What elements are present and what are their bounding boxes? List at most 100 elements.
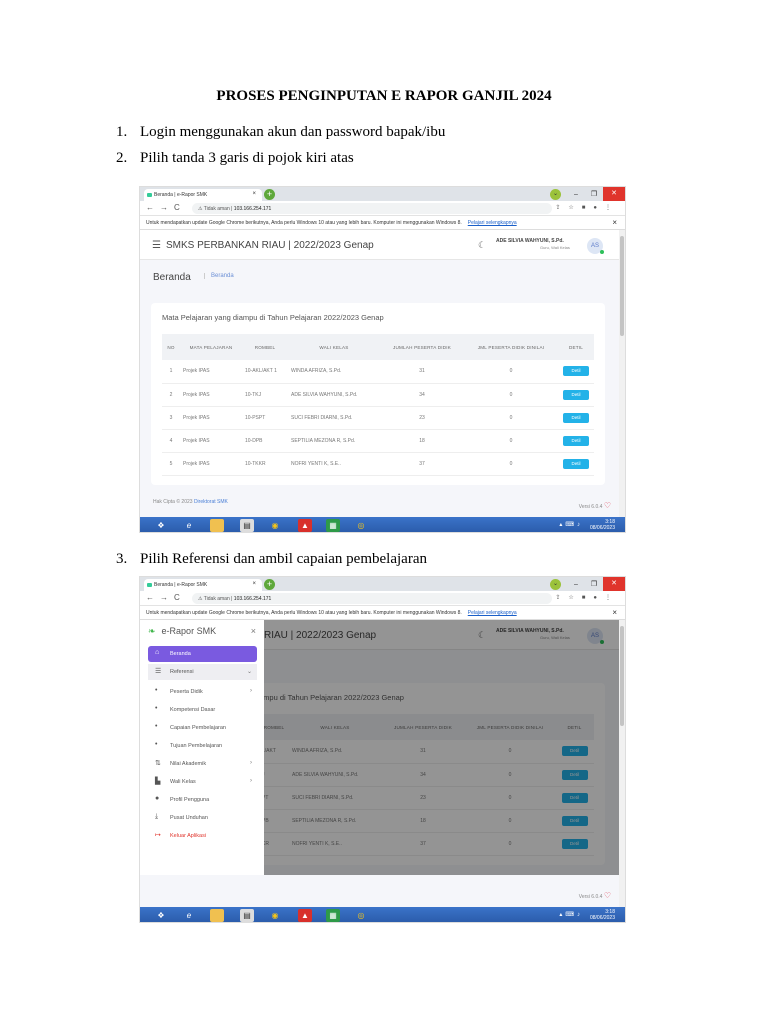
cell-mapel: Projek IPAS	[180, 406, 242, 430]
new-tab-button[interactable]: +	[264, 579, 275, 590]
chrome-icon[interactable]: ◉	[268, 909, 282, 922]
profile-dropdown-icon[interactable]: ⌄	[550, 188, 561, 200]
minimize-icon[interactable]: –	[567, 581, 585, 588]
table-row: 4 Projek IPAS 10-DPB SEPTILIA MEZONA R, S.P…	[162, 429, 594, 453]
close-sidebar-icon[interactable]: ×	[251, 626, 256, 636]
sidebar-item-pusat-unduhan[interactable]: ⤓ Pusat Unduhan	[148, 810, 257, 826]
avatar[interactable]: AS	[587, 238, 604, 254]
ie-icon[interactable]: e	[182, 909, 196, 922]
screenshot-beranda: Beranda | e-Rapor SMK × + ⌄ – ❐ ✕ ←→C ⚠ Tida…	[139, 186, 626, 533]
close-tab-icon[interactable]: ×	[252, 191, 256, 197]
detil-button[interactable]: Detil	[563, 366, 589, 377]
cell-dinilai: 0	[464, 406, 558, 430]
ie-icon[interactable]: e	[182, 519, 196, 532]
detil-button[interactable]: Detil	[563, 389, 589, 400]
version-text: Versi 6.0.4	[578, 504, 603, 510]
sidebar-item-nilai-akademik[interactable]: ⇅ Nilai Akademik ›	[148, 756, 257, 772]
excel-icon[interactable]: ▦	[326, 519, 340, 532]
chrome-search-icon[interactable]: ◎	[354, 519, 368, 532]
sidebar-item-profil-pengguna[interactable]: ● Profil Pengguna	[148, 792, 257, 808]
breadcrumb-item[interactable]: Beranda	[204, 273, 234, 279]
app-icon[interactable]: ▤	[240, 519, 254, 532]
sidebar-item-wali-kelas[interactable]: ▙ Wali Kelas ›	[148, 774, 257, 790]
close-window-icon[interactable]: ✕	[603, 187, 625, 201]
maximize-icon[interactable]: ❐	[585, 580, 603, 588]
sidebar-item-label: Wali Kelas	[170, 779, 196, 785]
maximize-icon[interactable]: ❐	[585, 190, 603, 198]
windows-taskbar: ❖ e ▤ ◉ ▲ ▦ ◎ ▴⌨♪ 3:18 08/06/2023	[140, 907, 625, 922]
browser-tab[interactable]: Beranda | e-Rapor SMK ×	[144, 579, 262, 591]
scrollbar-thumb[interactable]	[620, 626, 624, 726]
windows-icon[interactable]: ❖	[154, 519, 168, 532]
hamburger-menu-icon[interactable]: ☰	[152, 240, 161, 251]
url-field[interactable]: ⚠ Tidak aman | 103.166.254.171	[192, 593, 552, 604]
new-tab-button[interactable]: +	[264, 189, 275, 200]
step-text: Login menggunakan akun dan password bapa…	[140, 124, 446, 140]
address-bar-icons[interactable]: ⇪☆■●⋮	[555, 594, 619, 601]
profile-dropdown-icon[interactable]: ⌄	[550, 578, 561, 590]
update-infobar: Untuk mendapatkan update Google Chrome b…	[140, 606, 625, 620]
sidebar-logo[interactable]: ❧ e-Rapor SMK	[148, 626, 216, 637]
step-number: 1.	[116, 124, 128, 140]
cell-dinilai: 0	[464, 383, 558, 407]
close-infobar-icon[interactable]: ×	[612, 608, 617, 617]
sidebar-item-kompetensi-dasar[interactable]: • Kompetensi Dasar	[148, 702, 257, 718]
cell-jumlah: 23	[380, 406, 464, 430]
acrobat-icon[interactable]: ▲	[298, 519, 312, 532]
chrome-icon[interactable]: ◉	[268, 519, 282, 532]
sidebar-item-keluar-aplikasi[interactable]: ↦ Keluar Aplikasi	[148, 828, 257, 844]
school-title: SMKS PERBANKAN RIAU | 2022/2023 Genap	[166, 240, 374, 251]
cell-no: 1	[162, 360, 180, 384]
close-tab-icon[interactable]: ×	[252, 581, 256, 587]
chevron-right-icon: ›	[250, 778, 252, 784]
heart-icon: ♡	[603, 501, 611, 510]
cell-no: 3	[162, 406, 180, 430]
browser-tab[interactable]: Beranda | e-Rapor SMK ×	[144, 189, 262, 201]
url-field[interactable]: ⚠ Tidak aman | 103.166.254.171	[192, 203, 552, 214]
nav-buttons[interactable]: ←→C	[146, 593, 186, 602]
sidebar-item-capaian-pembelajaran[interactable]: • Capaian Pembelajaran	[148, 720, 257, 736]
nav-buttons[interactable]: ←→C	[146, 203, 186, 212]
erapor-logo-icon: ❧	[148, 626, 156, 636]
address-bar: ←→C ⚠ Tidak aman | 103.166.254.171 ⇪☆■●⋮	[140, 201, 625, 216]
tray-icons[interactable]: ▴⌨♪	[559, 912, 583, 918]
minimize-icon[interactable]: –	[567, 191, 585, 198]
sidebar-item-peserta-didik[interactable]: • Peserta Didik ›	[148, 684, 257, 700]
copyright-link[interactable]: Direktorat SMK	[194, 499, 228, 505]
scrollbar[interactable]	[619, 620, 625, 907]
sidebar-item-beranda[interactable]: ⌂ Beranda	[148, 646, 257, 662]
cell-jumlah: 31	[380, 360, 464, 384]
step-number: 2.	[116, 150, 128, 166]
sidebar-item-label: Nilai Akademik	[170, 761, 207, 767]
close-infobar-icon[interactable]: ×	[612, 218, 617, 227]
sidebar-item-tujuan-pembelajaran[interactable]: • Tujuan Pembelajaran	[148, 738, 257, 754]
windows-icon[interactable]: ❖	[154, 909, 168, 922]
detil-button[interactable]: Detil	[563, 412, 589, 423]
acrobat-icon[interactable]: ▲	[298, 909, 312, 922]
cell-jumlah: 34	[380, 383, 464, 407]
detil-button[interactable]: Detil	[563, 458, 589, 469]
address-bar-icons[interactable]: ⇪☆■●⋮	[555, 204, 619, 211]
cell-no: 5	[162, 452, 180, 476]
app-icon[interactable]: ▤	[240, 909, 254, 922]
column-header: JML PESERTA DIDIK DINILAI	[464, 334, 558, 360]
tray-icons[interactable]: ▴⌨♪	[559, 522, 583, 528]
explorer-icon[interactable]	[210, 519, 224, 532]
sidebar-item-label: Tujuan Pembelajaran	[170, 743, 223, 749]
scrollbar-thumb[interactable]	[620, 236, 624, 336]
excel-icon[interactable]: ▦	[326, 909, 340, 922]
infobar-link[interactable]: Pelajari selengkapnya	[468, 220, 517, 226]
favicon-icon	[147, 193, 152, 197]
close-window-icon[interactable]: ✕	[603, 577, 625, 591]
cell-wali: NOFRI YENTI K, S.E..	[288, 452, 380, 476]
app-header: ☰ SMKS PERBANKAN RIAU | 2022/2023 Genap …	[140, 230, 625, 260]
table-row: 1 Projek IPAS 10-AKL/AKT 1 WINDA AFRIZA, S.…	[162, 360, 594, 384]
sidebar-item-referensi[interactable]: ☰ Referensi ⌄	[148, 664, 257, 680]
scrollbar[interactable]	[619, 230, 625, 517]
explorer-icon[interactable]	[210, 909, 224, 922]
chrome-search-icon[interactable]: ◎	[354, 909, 368, 922]
infobar-link[interactable]: Pelajari selengkapnya	[468, 610, 517, 616]
detil-button[interactable]: Detil	[563, 435, 589, 446]
sidebar-item-label: Kompetensi Dasar	[170, 707, 216, 713]
dark-mode-icon[interactable]: ☾	[478, 240, 486, 251]
